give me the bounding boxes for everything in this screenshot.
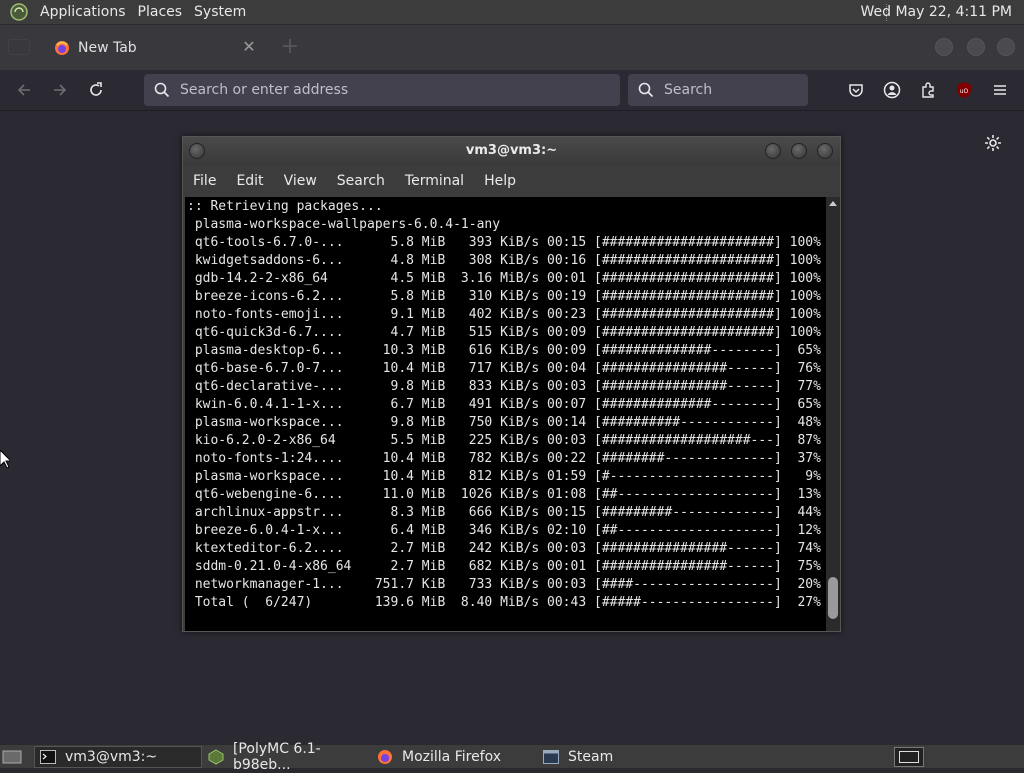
workspace-2[interactable] — [926, 747, 1022, 767]
taskbar-item-polymc[interactable]: [PolyMC 6.1-b98eb... — [204, 741, 370, 773]
firefox-tab-strip: New Tab ✕ + — [0, 25, 1024, 70]
taskbar-item-steam[interactable]: Steam — [538, 746, 698, 768]
workspace-window-thumb — [899, 751, 919, 763]
steam-window-icon — [542, 749, 560, 765]
menu-places[interactable]: Places — [132, 0, 189, 25]
scroll-up-arrow-icon[interactable] — [829, 201, 837, 206]
firefox-icon — [54, 40, 70, 56]
reload-icon[interactable] — [84, 78, 108, 102]
window-menu-button[interactable] — [189, 143, 205, 159]
search-icon — [638, 82, 654, 98]
window-close-button[interactable] — [997, 38, 1015, 56]
terminal-title: vm3@vm3:~ — [465, 143, 558, 158]
search-bar[interactable]: Search — [628, 74, 808, 106]
close-icon[interactable]: ✕ — [240, 38, 258, 56]
back-arrow-icon[interactable] — [12, 78, 36, 102]
maximize-button[interactable] — [967, 38, 985, 56]
scrollbar-thumb[interactable] — [828, 577, 838, 619]
taskbar-item-firefox[interactable]: Mozilla Firefox — [372, 746, 536, 768]
terminal-icon — [39, 749, 57, 765]
taskbar-item-terminal[interactable]: vm3@vm3:~ — [34, 746, 202, 768]
svg-text:uO: uO — [960, 88, 969, 95]
firefox-icon — [376, 749, 394, 765]
top-panel: Applications Places System Wed May 22, 4… — [0, 0, 1024, 25]
forward-arrow-icon[interactable] — [48, 78, 72, 102]
terminal-text: :: Retrieving packages... plasma-workspa… — [187, 199, 821, 610]
address-bar-placeholder: Search or enter address — [180, 82, 349, 98]
extensions-icon[interactable] — [916, 78, 940, 102]
tab-list-icon[interactable] — [8, 39, 30, 55]
minimize-button[interactable] — [935, 38, 953, 56]
taskbar-item-label: Mozilla Firefox — [402, 749, 502, 765]
minimize-button[interactable] — [765, 143, 781, 159]
pocket-icon[interactable] — [844, 78, 868, 102]
show-desktop-icon[interactable] — [2, 748, 22, 766]
hamburger-menu-icon[interactable] — [988, 78, 1012, 102]
clock[interactable]: Wed May 22, 4:11 PM — [861, 0, 1013, 25]
workspace-1[interactable] — [894, 747, 924, 767]
terminal-scrollbar[interactable] — [826, 197, 840, 631]
maximize-button[interactable] — [791, 143, 807, 159]
terminal-menubar: File Edit View Search Terminal Help — [183, 165, 840, 196]
firefox-nav-bar: Search or enter address Search uO — [0, 70, 1024, 111]
menu-search[interactable]: Search — [327, 173, 395, 189]
search-bar-placeholder: Search — [664, 82, 713, 98]
mouse-pointer-icon — [0, 449, 13, 474]
bottom-panel: vm3@vm3:~ [PolyMC 6.1-b98eb... Mozilla F… — [0, 741, 1024, 773]
menu-file[interactable]: File — [183, 173, 226, 189]
account-icon[interactable] — [880, 78, 904, 102]
tab-title: New Tab — [78, 40, 137, 56]
mate-logo-icon[interactable] — [8, 1, 30, 23]
menu-terminal[interactable]: Terminal — [395, 173, 474, 189]
taskbar-item-label: [PolyMC 6.1-b98eb... — [232, 741, 321, 773]
gear-icon[interactable] — [983, 133, 1003, 153]
menu-applications[interactable]: Applications — [34, 0, 132, 25]
taskbar-item-label: vm3@vm3:~ — [65, 749, 158, 765]
close-button[interactable] — [817, 143, 833, 159]
menu-help[interactable]: Help — [474, 173, 526, 189]
ublock-origin-icon[interactable]: uO — [952, 78, 976, 102]
terminal-titlebar[interactable]: vm3@vm3:~ — [183, 137, 840, 165]
menu-view[interactable]: View — [274, 173, 327, 189]
polymc-icon — [208, 749, 225, 765]
address-bar[interactable]: Search or enter address — [144, 74, 620, 106]
taskbar-item-label: Steam — [568, 749, 614, 765]
menu-edit[interactable]: Edit — [226, 173, 273, 189]
new-tab-plus-icon[interactable]: + — [280, 36, 300, 58]
terminal-output[interactable]: :: Retrieving packages... plasma-workspa… — [185, 197, 826, 631]
search-icon — [154, 82, 170, 98]
terminal-window: vm3@vm3:~ File Edit View Search Terminal… — [182, 136, 841, 632]
tab-new-tab[interactable]: New Tab ✕ — [42, 31, 266, 65]
menu-system[interactable]: System — [188, 0, 252, 25]
